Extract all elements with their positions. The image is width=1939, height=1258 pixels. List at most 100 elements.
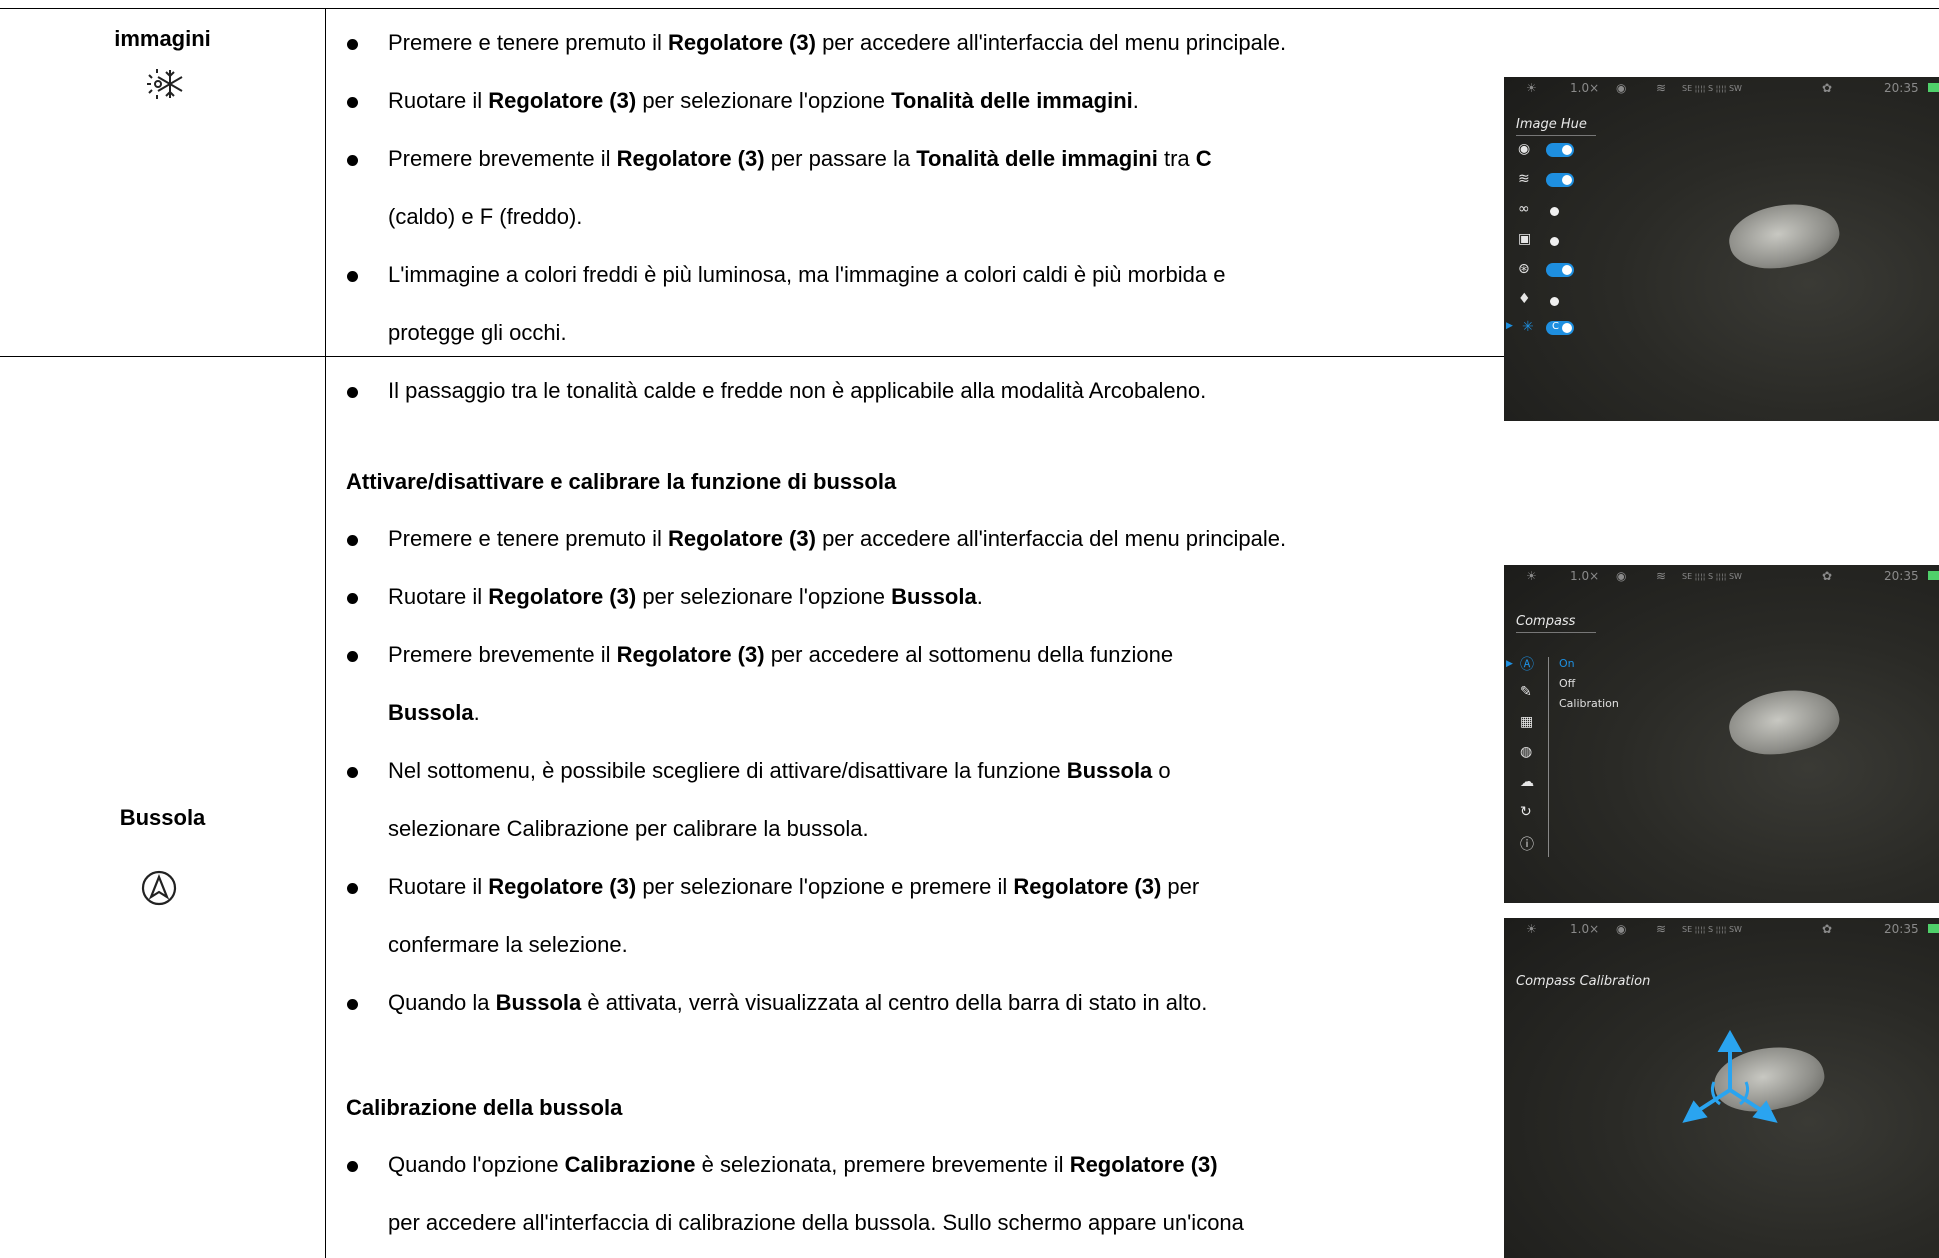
text-run: Premere brevemente il (388, 146, 617, 171)
text-run: per (1161, 874, 1200, 899)
info-icon: ⓘ (1520, 837, 1534, 853)
bullet-marker (347, 593, 358, 604)
bold-text: Tonalità delle immagini (891, 88, 1133, 113)
bold-text: Regolatore (3) (668, 526, 816, 551)
menu-title: Compass Calibration (1516, 974, 1651, 989)
paragraph-line: Quando la Bussola è attivata, verrà visu… (388, 990, 1207, 1016)
paragraph-line: Il passaggio tra le tonalità calde e fre… (388, 378, 1206, 404)
option-on: On (1559, 657, 1575, 670)
text-run: tra (1157, 146, 1196, 171)
bold-text: Regolatore (3) (488, 88, 637, 113)
text-run: per accedere all'interfaccia del menu pr… (815, 526, 1287, 551)
hue-toggle (1546, 321, 1574, 335)
bold-text: Regolatore (3) (488, 874, 637, 899)
paragraph-line: Premere brevemente il Regolatore (3) per… (388, 642, 1173, 668)
bold-text: Bussola (891, 584, 977, 609)
battery-icon (1928, 924, 1939, 933)
battery-icon (1928, 571, 1939, 580)
compass-strip: SE ¦¦¦¦ S ¦¦¦¦ SW (1682, 572, 1742, 581)
bold-text: C (1195, 146, 1212, 171)
compass-strip: SE ¦¦¦¦ S ¦¦¦¦ SW (1682, 84, 1742, 93)
bold-text: Tonalità delle immagini (916, 146, 1158, 171)
text-run: per accedere all'interfaccia del menu pr… (815, 30, 1287, 55)
bullet-marker (347, 883, 358, 894)
toggle-on (1546, 143, 1574, 157)
selection-arrow-icon: ▶ (1506, 321, 1513, 331)
bullet-marker (347, 271, 358, 282)
settings-icon: ✿ (1822, 81, 1833, 95)
toggle-on (1546, 263, 1574, 277)
text-run: Il passaggio tra le tonalità calde e fre… (388, 378, 1207, 403)
status-bar: ☀ 1.0× ◉ ≋ SE ¦¦¦¦ S ¦¦¦¦ SW ✿ 20:35 (1504, 918, 1939, 940)
menu-title: Image Hue (1516, 117, 1587, 132)
title-underline (1516, 632, 1596, 633)
text-run: Premere e tenere premuto il (388, 30, 669, 55)
battery-icon (1928, 83, 1939, 92)
aperture-icon: ⊛ (1518, 261, 1530, 277)
save-icon: ▣ (1518, 231, 1532, 247)
bullet-marker (347, 387, 358, 398)
hue-toggle-label: C (1552, 321, 1559, 332)
text-run: selezionare Calibrazione per calibrare l… (388, 816, 869, 841)
globe-icon: ◍ (1520, 744, 1533, 760)
text-run: L'immagine a colori freddi è più luminos… (388, 262, 1226, 287)
submenu-divider (1548, 657, 1549, 857)
column-divider (325, 8, 326, 1258)
bold-text: Regolatore (3) (488, 584, 637, 609)
bold-text: Regolatore (3) (1069, 1152, 1218, 1177)
wifi-icon: ≋ (1656, 569, 1667, 583)
bullet-marker (347, 97, 358, 108)
compass-icon: Ⓐ (1520, 657, 1534, 673)
bullet-marker (347, 535, 358, 546)
text-run: Nel sottomenu, è possibile scegliere di … (388, 758, 1067, 783)
paragraph-line: confermare la selezione. (388, 932, 628, 958)
text-run: . (976, 584, 983, 609)
eye-icon: ◉ (1616, 922, 1627, 936)
paragraph-line: L'immagine a colori freddi è più luminos… (388, 262, 1225, 288)
calendar-icon: ▦ (1520, 714, 1534, 730)
text-run: è attivata, verrà visualizzata al centro… (581, 990, 1208, 1015)
row-label-bussola: Bussola (119, 805, 206, 830)
image-hue-icon: ✳ (1522, 319, 1534, 335)
brightness-icon: ☀ (1526, 81, 1537, 95)
text-run: Premere brevemente il (388, 642, 617, 667)
microphone-icon: ♦ (1518, 291, 1531, 307)
title-underline (1516, 135, 1596, 136)
paragraph-line: Nel sottomenu, è possibile scegliere di … (388, 758, 1171, 784)
paragraph-line: selezionare Calibrazione per calibrare l… (388, 816, 869, 842)
calibration-axes-icon (1682, 1030, 1778, 1123)
paragraph-line: Premere e tenere premuto il Regolatore (… (388, 526, 1286, 552)
text-run: Quando la (388, 990, 496, 1015)
bold-text: Regolatore (3) (616, 146, 765, 171)
bold-text: Bussola (388, 700, 474, 725)
paragraph-line: Ruotare il Regolatore (3) per selezionar… (388, 88, 1139, 114)
toggle-off (1550, 237, 1559, 246)
option-calibration: Calibration (1559, 697, 1619, 710)
boar-thermal-image (1723, 194, 1845, 278)
clock-readout: 20:35 (1884, 922, 1919, 936)
option-off: Off (1559, 677, 1576, 690)
section-heading-compass: Attivare/disattivare e calibrare la funz… (346, 469, 897, 494)
zoom-readout: 1.0× (1570, 922, 1600, 936)
device-screenshot-compass-menu: ☀ 1.0× ◉ ≋ SE ¦¦¦¦ S ¦¦¦¦ SW ✿ 20:35 Com… (1504, 565, 1939, 903)
status-bar: ☀ 1.0× ◉ ≋ SE ¦¦¦¦ S ¦¦¦¦ SW ✿ 20:35 (1504, 77, 1939, 99)
menu-title: Compass (1516, 614, 1576, 629)
bold-text: Regolatore (3) (616, 642, 765, 667)
paragraph-line: Ruotare il Regolatore (3) per selezionar… (388, 584, 983, 610)
bullet-marker (347, 1161, 358, 1172)
text-run: . (473, 700, 480, 725)
brightness-icon: ☀ (1526, 569, 1537, 583)
paragraph-line: Premere e tenere premuto il Regolatore (… (388, 30, 1286, 56)
status-bar: ☀ 1.0× ◉ ≋ SE ¦¦¦¦ S ¦¦¦¦ SW ✿ 20:35 (1504, 565, 1939, 587)
compass-strip: SE ¦¦¦¦ S ¦¦¦¦ SW (1682, 925, 1742, 934)
eye-icon: ◉ (1616, 569, 1627, 583)
clock-readout: 20:35 (1884, 81, 1919, 95)
text-run: o (1152, 758, 1171, 783)
text-run: per passare la (764, 146, 917, 171)
bold-text: Bussola (1066, 758, 1153, 783)
eye-icon: ◉ (1616, 81, 1627, 95)
zoom-readout: 1.0× (1570, 569, 1600, 583)
eye-icon: ◉ (1518, 141, 1531, 157)
toggle-off (1550, 297, 1559, 306)
text-run: Premere e tenere premuto il (388, 526, 669, 551)
